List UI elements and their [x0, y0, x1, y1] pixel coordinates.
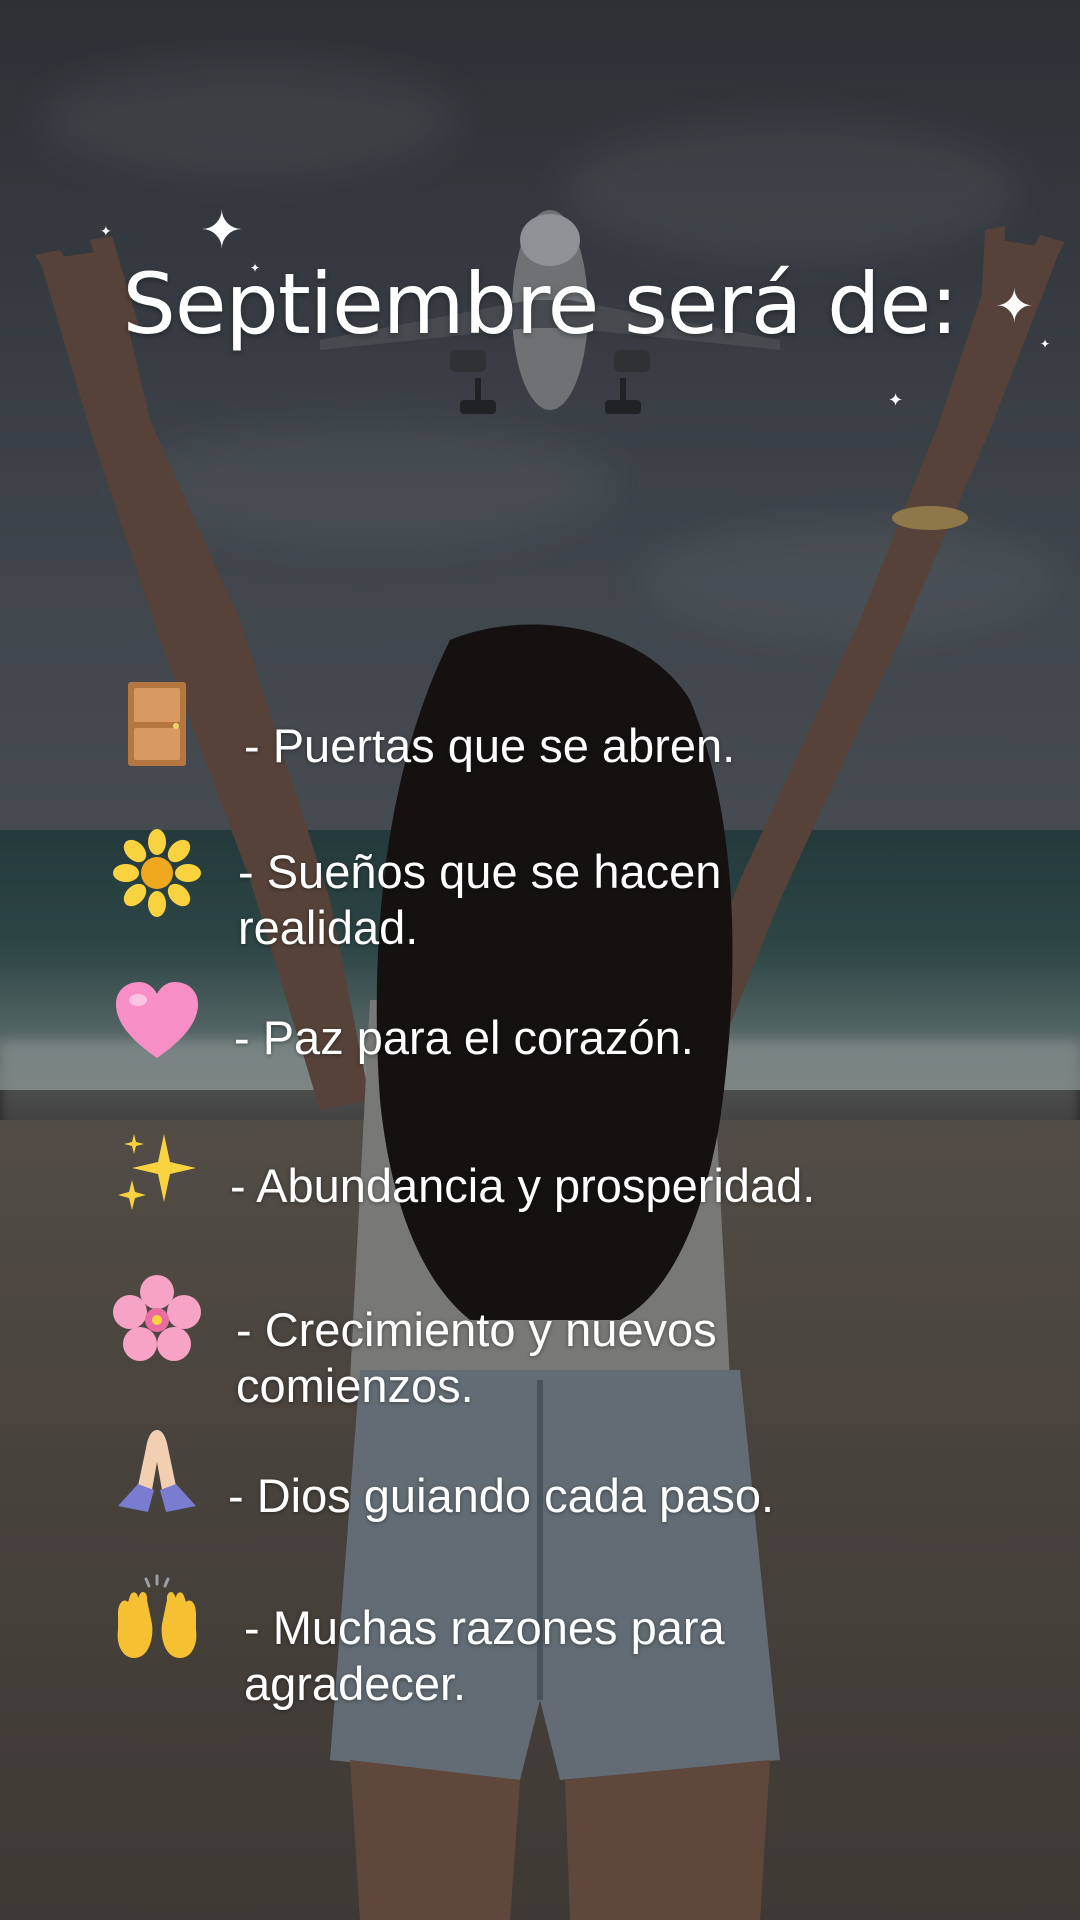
- list-item-text: - Paz para el corazón.: [234, 1011, 694, 1064]
- sunflower-icon: [113, 829, 201, 917]
- list-item-text: - Dios guiando cada paso.: [228, 1469, 775, 1522]
- list-item-text: - Abundancia y prosperidad.: [230, 1159, 816, 1212]
- page-title: Septiembre será de:: [122, 255, 959, 353]
- cherry-blossom-icon: [113, 1275, 201, 1361]
- door-icon: [128, 682, 186, 766]
- list-item-text: - Crecimiento y nuevos comienzos.: [236, 1303, 717, 1412]
- sparkle-icon: ✦: [888, 390, 904, 411]
- raising-hands-icon: [117, 1574, 197, 1658]
- sparkle-icon: ✦: [100, 224, 112, 240]
- list-item-text: - Puertas que se abren.: [244, 719, 736, 772]
- pink-heart-icon: [116, 982, 198, 1058]
- sparkle-icon: ✦: [200, 201, 244, 261]
- list-item-text: - Muchas razones para agradecer.: [244, 1601, 725, 1710]
- story-canvas: ✦ ✦ ✦ ✦ ✦ ✦ Septiembre será de: - Puerta…: [0, 0, 1080, 1920]
- sparkles-icon: [118, 1134, 196, 1210]
- praying-hands-icon: [118, 1430, 196, 1512]
- list-item-text: - Sueños que se hacen realidad.: [238, 845, 722, 954]
